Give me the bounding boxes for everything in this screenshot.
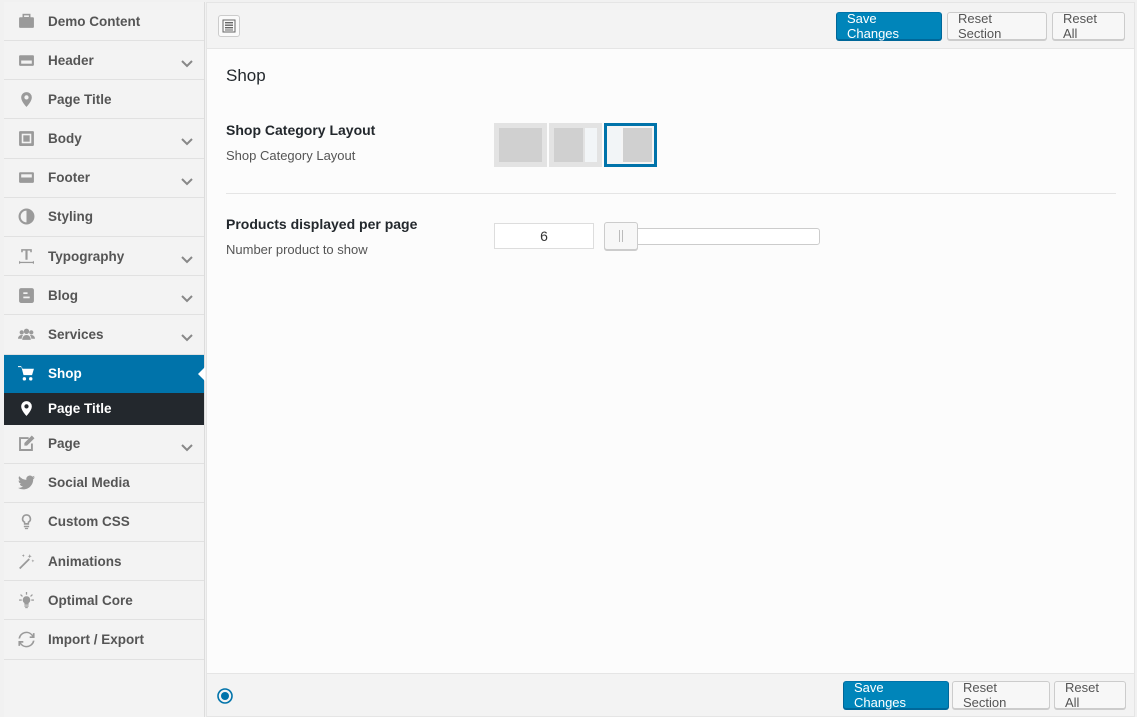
sidebar-item-typography[interactable]: Typography: [4, 237, 204, 277]
sidebar-item-page-title[interactable]: Page Title: [4, 80, 204, 120]
grip-icon: [619, 230, 623, 242]
location-pin-icon: [4, 91, 48, 108]
briefcase-icon: [4, 13, 48, 30]
section-title: Shop: [226, 66, 266, 85]
sidebar-item-shop[interactable]: Shop: [4, 354, 204, 393]
chevron-down-icon[interactable]: [181, 252, 193, 264]
body-layout-icon: [4, 130, 48, 147]
sidebar-item-label: Social Media: [48, 475, 130, 491]
twitter-icon: [4, 474, 48, 491]
sidebar-item-label: Page Title: [48, 401, 112, 416]
sidebar-item-services[interactable]: Services: [4, 315, 204, 355]
edit-page-icon: [4, 435, 48, 452]
sidebar-item-animations[interactable]: Animations: [4, 542, 204, 582]
bulb-rays-icon: [4, 591, 48, 609]
sidebar-item-footer[interactable]: Footer: [4, 159, 204, 198]
sidebar: Demo Content Header Page Title Body Foot…: [4, 2, 205, 717]
chevron-down-icon[interactable]: [181, 134, 193, 146]
lightbulb-icon: [4, 513, 48, 530]
chevron-down-icon[interactable]: [181, 330, 193, 342]
sidebar-item-label: Optimal Core: [48, 592, 133, 608]
users-icon: [4, 326, 48, 343]
chevron-down-icon[interactable]: [181, 56, 193, 68]
chevron-down-icon[interactable]: [181, 440, 193, 452]
layout-option-left-sidebar[interactable]: [604, 123, 657, 167]
expand-options-button[interactable]: [218, 15, 240, 37]
sidebar-item-header[interactable]: Header: [4, 41, 204, 81]
top-toolbar: Save Changes Reset Section Reset All: [207, 3, 1134, 49]
sidebar-item-social-media[interactable]: Social Media: [4, 464, 204, 503]
field-divider: [226, 193, 1116, 194]
save-button[interactable]: Save Changes: [836, 11, 942, 41]
sidebar-item-custom-css[interactable]: Custom CSS: [4, 503, 204, 543]
sidebar-item-optimal-core[interactable]: Optimal Core: [4, 581, 204, 621]
redux-logo-icon[interactable]: [217, 688, 233, 704]
footer-icon: [4, 169, 48, 186]
field-desc-layout: Shop Category Layout: [226, 148, 356, 163]
sidebar-item-styling[interactable]: Styling: [4, 198, 204, 237]
bottom-toolbar: Save Changes Reset Section Reset All: [207, 673, 1134, 716]
sidebar-item-label: Animations: [48, 553, 122, 569]
blogger-icon: [4, 287, 48, 304]
slider-handle[interactable]: [604, 222, 638, 250]
expand-icon: [222, 19, 236, 33]
reset-all-button-bottom[interactable]: Reset All: [1054, 680, 1126, 710]
sidebar-item-label: Custom CSS: [48, 514, 130, 530]
header-icon: [4, 52, 48, 69]
sidebar-item-import-export[interactable]: Import / Export: [4, 620, 204, 660]
products-per-page-input[interactable]: 6: [494, 223, 594, 249]
reset-section-button[interactable]: Reset Section: [947, 11, 1047, 41]
chevron-down-icon[interactable]: [181, 291, 193, 303]
sidebar-item-body[interactable]: Body: [4, 119, 204, 159]
layout-option-full-width[interactable]: [494, 123, 547, 167]
half-circle-icon: [4, 208, 48, 225]
save-button-bottom[interactable]: Save Changes: [843, 680, 949, 710]
magic-wand-icon: [4, 553, 48, 570]
field-desc-per-page: Number product to show: [226, 242, 368, 257]
text-icon: [4, 248, 48, 265]
sidebar-item-label: Demo Content: [48, 13, 141, 29]
sidebar-item-label: Styling: [48, 209, 94, 225]
options-panel: Save Changes Reset Section Reset All Sho…: [206, 2, 1135, 717]
sidebar-item-page[interactable]: Page: [4, 425, 204, 464]
cart-icon: [4, 365, 48, 382]
sidebar-item-label: Page Title: [48, 91, 112, 107]
sidebar-item-label: Import / Export: [48, 632, 145, 648]
reset-all-button[interactable]: Reset All: [1052, 11, 1125, 41]
sidebar-item-label: Shop: [48, 366, 82, 381]
refresh-icon: [4, 631, 48, 648]
field-title-per-page: Products displayed per page: [226, 216, 418, 232]
chevron-down-icon[interactable]: [181, 174, 193, 186]
field-title-layout: Shop Category Layout: [226, 122, 376, 138]
sidebar-subitem-page-title[interactable]: Page Title: [4, 392, 204, 425]
layout-option-right-sidebar[interactable]: [549, 123, 602, 167]
sidebar-item-demo-content[interactable]: Demo Content: [4, 2, 204, 41]
sidebar-item-blog[interactable]: Blog: [4, 276, 204, 316]
products-per-page-slider[interactable]: [607, 228, 820, 245]
location-pin-icon: [4, 400, 48, 417]
reset-section-button-bottom[interactable]: Reset Section: [952, 680, 1050, 710]
